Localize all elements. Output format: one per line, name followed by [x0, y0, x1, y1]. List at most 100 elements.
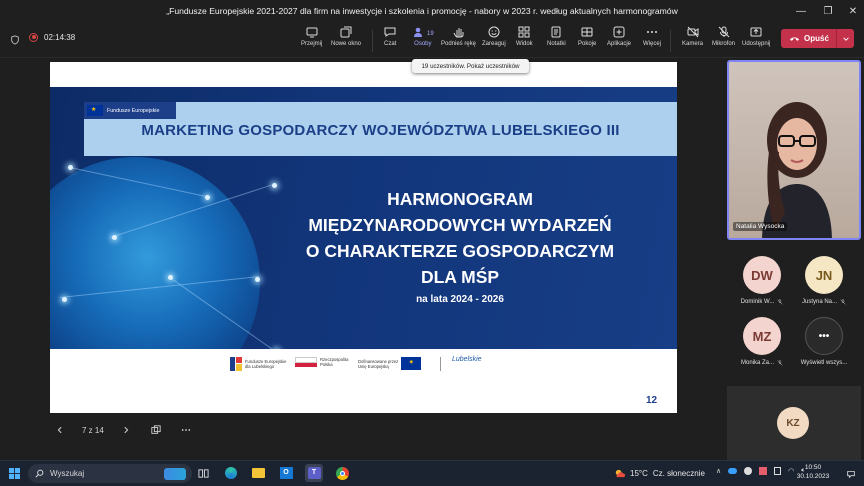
participant-tile[interactable]: JN Justyna Na...: [792, 256, 856, 312]
battery-icon[interactable]: [774, 467, 782, 475]
notifications-icon[interactable]: [846, 466, 857, 479]
partly-sunny-icon: [615, 469, 625, 477]
slide-logo-strip: Fundusze Europejskie dla Lubelskiego Rzec…: [50, 349, 677, 385]
view-button[interactable]: Widok: [516, 26, 533, 56]
toolbar-divider: [670, 30, 671, 52]
start-button[interactable]: [5, 464, 23, 482]
slide-header-title: MARKETING GOSPODARCZY WOJEWÓDZTWA LUBELS…: [141, 122, 620, 139]
app-tray-icon[interactable]: [759, 467, 768, 475]
share-button[interactable]: Udostępnij: [742, 26, 770, 56]
chat-button[interactable]: Czat: [384, 26, 396, 56]
speaker-video-image: [762, 102, 832, 238]
taskbar-edge[interactable]: [222, 464, 240, 482]
taskbar-outlook[interactable]: O: [277, 464, 295, 482]
slide-page-number: 12: [646, 395, 658, 406]
windows-logo-icon: [8, 467, 20, 479]
participant-tile[interactable]: MZ Monika Za...: [730, 317, 794, 373]
more-icon: [646, 26, 658, 41]
lubelskie-logo: Lubelskie: [452, 356, 482, 363]
apps-button[interactable]: Aplikacje: [607, 26, 631, 56]
next-slide-button[interactable]: [118, 422, 134, 438]
teams-icon: T: [307, 467, 321, 479]
more-icon: •••: [805, 317, 843, 355]
taskbar-clock[interactable]: 10:50 30.10.2023: [788, 463, 838, 481]
onedrive-icon[interactable]: [728, 468, 738, 474]
chevron-up-icon[interactable]: ∧: [716, 467, 721, 475]
chat-icon: [384, 26, 396, 41]
fe-logo-icon: [230, 357, 242, 371]
people-count-badge: 19: [427, 30, 434, 37]
mic-off-icon: [777, 360, 783, 366]
meeting-timer: 02:14:38: [44, 33, 76, 42]
taskbar-search[interactable]: Wyszukaj: [28, 464, 192, 483]
camera-button[interactable]: Kamera: [682, 26, 703, 56]
eu-funds-tag: Fundusze Europejskie: [84, 102, 176, 119]
speaker-name-label: Natalia Wysocka: [733, 222, 788, 231]
raise-hand-button[interactable]: Podnieś rękę: [441, 26, 476, 56]
task-view-button[interactable]: [194, 464, 212, 482]
notes-icon: [550, 26, 562, 41]
slide-subtitle: na lata 2024 - 2026: [416, 294, 504, 305]
view-all-participants-button[interactable]: ••• Wyświetl wszys...: [792, 317, 856, 373]
taskbar-chrome[interactable]: [333, 464, 351, 482]
shield-icon: [10, 32, 20, 45]
chevron-right-icon: [124, 426, 129, 434]
avatar: KZ: [777, 407, 809, 439]
chevron-left-icon: [57, 426, 62, 434]
folder-icon: [251, 468, 265, 478]
speaker-video-tile[interactable]: Natalia Wysocka: [727, 60, 861, 240]
presentation-slide: Fundusze Europejskie MARKETING GOSPODARC…: [50, 62, 677, 413]
microphone-button[interactable]: Mikrofon: [712, 26, 735, 56]
new-window-button[interactable]: Nowe okno: [331, 26, 361, 56]
more-icon: [181, 429, 190, 431]
meeting-toolbar: 02:14:38 Przejmij Nowe okno Czat 19 Osob…: [0, 22, 864, 58]
close-button[interactable]: ✕: [840, 0, 864, 22]
mic-off-icon: [777, 299, 783, 305]
leave-button[interactable]: Opuść: [781, 29, 854, 48]
slide-sync-button[interactable]: [148, 422, 164, 438]
previous-slide-button[interactable]: [52, 422, 68, 438]
edge-icon: [225, 467, 237, 479]
chrome-icon: [335, 466, 349, 480]
status-icon[interactable]: [744, 467, 753, 475]
weather-widget[interactable]: 15°C Cz. słonecznie: [614, 464, 705, 482]
share-icon: [750, 26, 762, 41]
taskbar-teams[interactable]: T: [305, 464, 323, 482]
taskbar-explorer[interactable]: [249, 464, 267, 482]
slide-main-title: HARMONOGRAM MIĘDZYNARODOWYCH WYDARZEŃ O …: [305, 189, 615, 287]
people-icon: 19: [412, 26, 434, 41]
notes-button[interactable]: Notatki: [547, 26, 566, 56]
title-bar: „Fundusze Europejskie 2021-2027 dla firm…: [0, 0, 864, 22]
leave-main[interactable]: Opuść: [781, 29, 837, 48]
apps-icon: [613, 26, 625, 41]
slide-more-button[interactable]: [178, 422, 194, 438]
avatar: MZ: [743, 317, 781, 355]
eu-cofunded-logo: Dofinansowane przez Unię Europejską ✷: [358, 357, 422, 370]
slide-counter: 7 z 14: [82, 425, 104, 435]
toolbar-divider: [372, 30, 373, 52]
camera-off-icon: [687, 26, 699, 41]
people-button[interactable]: 19 Osoby: [412, 26, 434, 56]
search-highlight-icon: [164, 467, 186, 480]
fe-logo: Fundusze Europejskie dla Lubelskiego: [230, 357, 286, 371]
rooms-icon: [581, 26, 593, 41]
more-button[interactable]: Więcej: [643, 26, 661, 56]
rooms-button[interactable]: Pokoje: [578, 26, 596, 56]
new-window-icon: [340, 26, 352, 41]
leave-options-dropdown[interactable]: [837, 35, 854, 43]
window-title: „Fundusze Europejskie 2021-2027 dla firm…: [166, 6, 678, 16]
outlook-icon: O: [279, 467, 293, 479]
sync-view-icon: [151, 425, 161, 434]
phone-hangup-icon: [789, 37, 800, 41]
rp-logo: Rzeczpospolita Polska: [295, 357, 348, 367]
recording-icon: [29, 33, 38, 42]
minimize-button[interactable]: ―: [788, 0, 814, 22]
maximize-button[interactable]: ❐: [815, 0, 841, 22]
react-button[interactable]: Zareaguj: [482, 26, 506, 56]
participant-tile[interactable]: DW Dominik W...: [730, 256, 794, 312]
take-control-button[interactable]: Przejmij: [301, 26, 322, 56]
raise-hand-icon: [453, 26, 465, 41]
slide-navigation: 7 z 14: [52, 421, 194, 439]
react-icon: [488, 26, 500, 41]
search-icon: [35, 469, 44, 478]
